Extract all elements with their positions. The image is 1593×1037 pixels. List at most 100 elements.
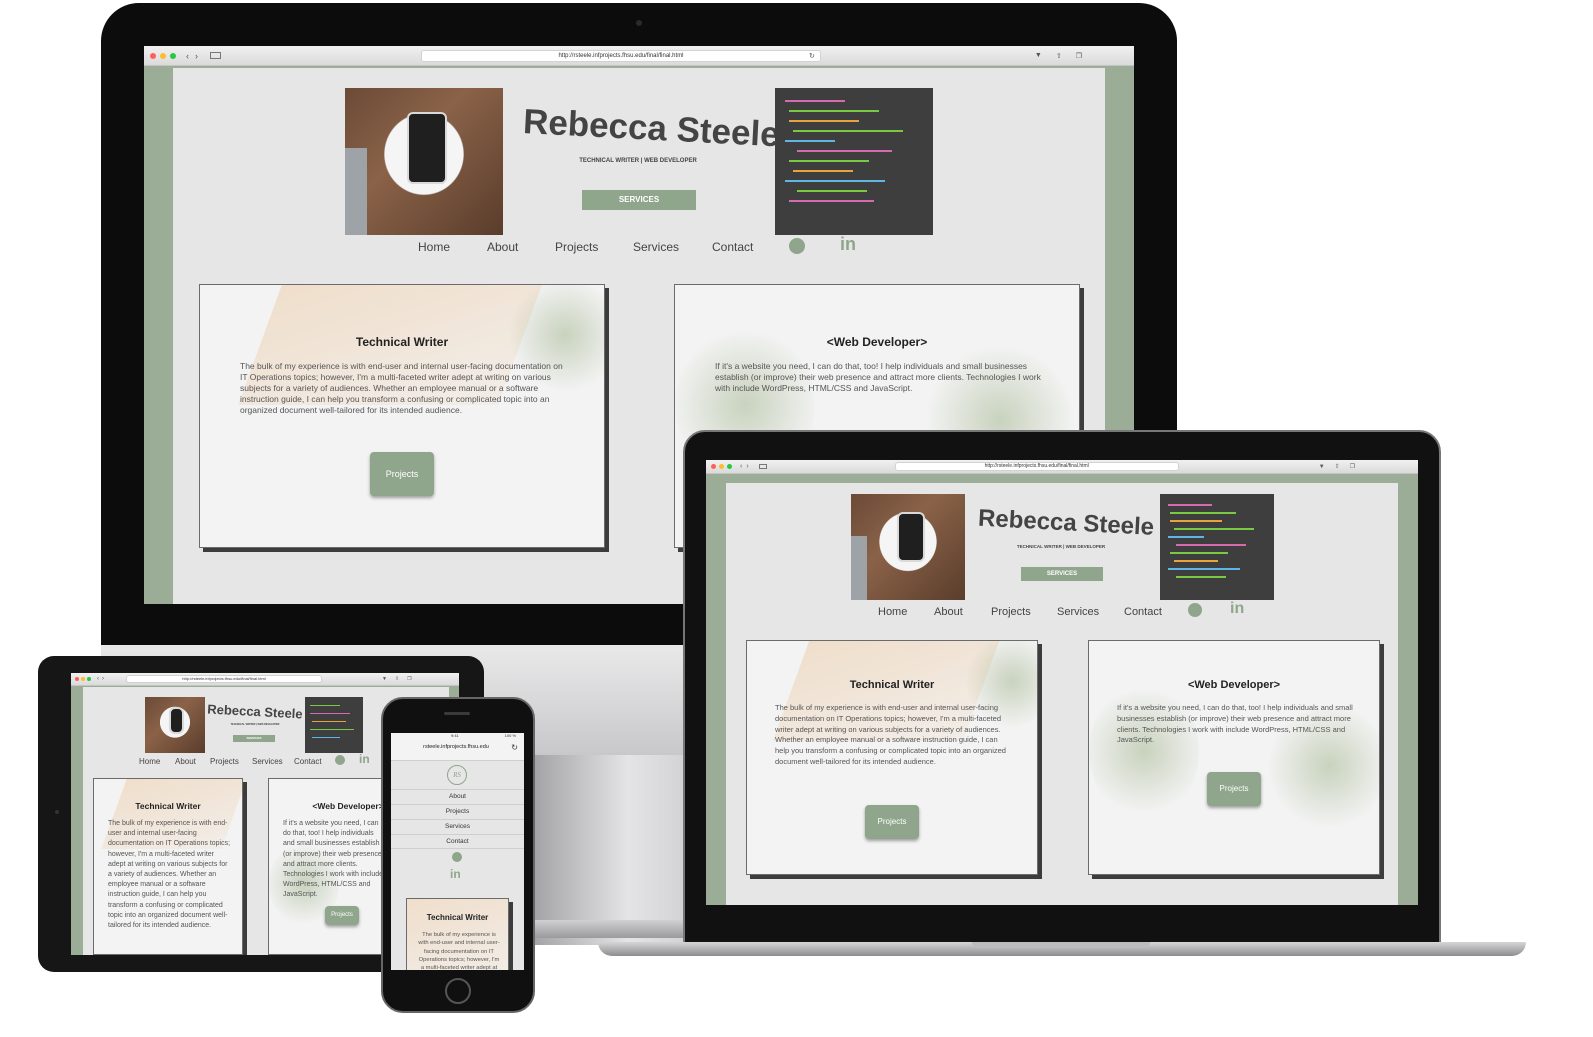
mobile-address-bar[interactable]: rsteele.infprojects.fhsu.edu ↻: [391, 739, 524, 761]
laptop-notch: [972, 942, 1150, 948]
laptop-corner: [345, 148, 367, 235]
download-icon[interactable]: ▼: [1319, 464, 1325, 470]
github-icon[interactable]: [335, 755, 345, 765]
projects-button[interactable]: Projects: [1207, 772, 1261, 806]
phone-in-photo: [897, 512, 925, 562]
nav-about[interactable]: About: [934, 606, 963, 618]
card-technical-writer: Technical Writer The bulk of my experien…: [406, 898, 509, 970]
close-icon[interactable]: [150, 52, 156, 59]
nav-services[interactable]: Services: [1057, 606, 1099, 618]
mobile-menu: About Projects Services Contact: [391, 789, 524, 849]
tabs-icon[interactable]: ❐: [407, 676, 411, 682]
tablet-camera: [55, 810, 59, 814]
code-photo: [1160, 494, 1274, 600]
address-bar[interactable]: http://rsteele.infprojects.fhsu.edu/fina…: [421, 49, 821, 62]
card-title: Technical Writer: [355, 335, 449, 349]
close-icon[interactable]: [75, 677, 79, 681]
nav-projects[interactable]: Projects: [210, 757, 239, 766]
back-icon[interactable]: ‹: [740, 463, 742, 470]
browser-toolbar: ‹ › http://rsteele.infprojects.fhsu.edu/…: [706, 460, 1418, 474]
maximize-icon[interactable]: [727, 464, 732, 469]
minimize-icon[interactable]: [81, 677, 85, 681]
nav-about[interactable]: About: [175, 757, 196, 766]
tabs-icon[interactable]: ❐: [1350, 463, 1355, 470]
projects-button[interactable]: Projects: [370, 452, 434, 496]
card-body: The bulk of my experience is with end-us…: [108, 820, 231, 930]
services-button[interactable]: SERVICES: [1021, 567, 1103, 581]
back-icon[interactable]: ‹: [97, 676, 99, 682]
card-web-developer: <Web Developer> If it's a website you ne…: [1088, 640, 1380, 875]
phone-home-button[interactable]: [445, 978, 471, 1004]
menu-item-projects[interactable]: Projects: [391, 804, 524, 819]
site-subtitle: TECHNICAL WRITER | WEB DEVELOPER: [579, 158, 697, 164]
github-icon[interactable]: [789, 238, 805, 254]
nav-services[interactable]: Services: [633, 240, 679, 254]
card-body: If it's a website you need, I can do tha…: [1117, 703, 1353, 745]
linkedin-icon[interactable]: in: [840, 234, 856, 255]
linkedin-icon[interactable]: in: [450, 867, 461, 881]
address-bar[interactable]: http://rsteele.infprojects.fhsu.edu/fina…: [126, 675, 322, 683]
desk-photo: [145, 697, 205, 753]
nav-contact[interactable]: Contact: [712, 240, 753, 254]
browser-toolbar: ‹ › http://rsteele.infprojects.fhsu.edu/…: [144, 46, 1134, 66]
share-icon[interactable]: ⇧: [1056, 52, 1062, 60]
reload-icon[interactable]: ↻: [809, 52, 815, 60]
main-nav: Home About Projects Services Contact: [878, 606, 1178, 620]
card-technical-writer: Technical Writer The bulk of my experien…: [746, 640, 1038, 875]
share-icon[interactable]: ⇧: [1335, 463, 1340, 470]
download-icon[interactable]: ▼: [382, 676, 387, 682]
linkedin-icon[interactable]: in: [359, 752, 370, 766]
sidebar-icon[interactable]: [210, 52, 221, 59]
code-photo: [775, 88, 933, 235]
nav-home[interactable]: Home: [418, 240, 450, 254]
card-title: Technical Writer: [135, 801, 201, 811]
reload-icon[interactable]: ↻: [511, 743, 518, 752]
card-title: <Web Developer>: [826, 335, 928, 349]
close-icon[interactable]: [711, 464, 716, 469]
card-body: If it's a website you need, I can do tha…: [715, 361, 1041, 393]
nav-contact[interactable]: Contact: [1124, 606, 1162, 618]
nav-home[interactable]: Home: [878, 606, 907, 618]
projects-button[interactable]: Projects: [865, 805, 919, 839]
menu-item-services[interactable]: Services: [391, 819, 524, 834]
card-technical-writer: Technical Writer The bulk of my experien…: [199, 284, 605, 548]
desk-photo: [851, 494, 965, 600]
desk-photo: [345, 88, 503, 235]
site-subtitle: TECHNICAL WRITER | WEB DEVELOPER: [1016, 544, 1106, 549]
linkedin-icon[interactable]: in: [1230, 600, 1244, 618]
github-icon[interactable]: [1188, 603, 1202, 617]
maximize-icon[interactable]: [170, 52, 176, 59]
forward-icon[interactable]: ›: [102, 676, 104, 682]
sidebar-icon[interactable]: [758, 464, 767, 469]
imac-camera: [636, 20, 642, 26]
github-icon[interactable]: [452, 852, 462, 862]
nav-projects[interactable]: Projects: [555, 240, 598, 254]
share-icon[interactable]: ⇧: [395, 676, 399, 682]
nav-home[interactable]: Home: [139, 757, 160, 766]
menu-item-contact[interactable]: Contact: [391, 834, 524, 849]
back-icon[interactable]: ‹: [186, 51, 189, 61]
website: Rebecca Steele TECHNICAL WRITER | WEB DE…: [726, 483, 1398, 905]
tabs-icon[interactable]: ❐: [1076, 52, 1082, 60]
menu-item-about[interactable]: About: [391, 789, 524, 804]
nav-contact[interactable]: Contact: [294, 757, 322, 766]
services-button[interactable]: SERVICES: [582, 190, 696, 210]
services-button[interactable]: SERVICES: [233, 735, 275, 742]
projects-button[interactable]: Projects: [325, 906, 359, 925]
card-title: Technical Writer: [426, 913, 489, 922]
forward-icon[interactable]: ›: [746, 463, 748, 470]
site-name: Rebecca Steele: [206, 701, 304, 722]
forward-icon[interactable]: ›: [195, 51, 198, 61]
logo[interactable]: RS: [447, 765, 467, 785]
nav-projects[interactable]: Projects: [991, 606, 1031, 618]
minimize-icon[interactable]: [719, 464, 724, 469]
minimize-icon[interactable]: [160, 52, 166, 59]
maximize-icon[interactable]: [87, 677, 91, 681]
download-icon[interactable]: ▼: [1035, 52, 1042, 59]
status-time: 9:41: [451, 733, 459, 738]
browser-toolbar: ‹ › http://rsteele.infprojects.fhsu.edu/…: [71, 673, 459, 686]
address-bar[interactable]: http://rsteele.infprojects.fhsu.edu/fina…: [894, 462, 1179, 471]
nav-about[interactable]: About: [487, 240, 518, 254]
nav-services[interactable]: Services: [252, 757, 283, 766]
card-body: If it's a website you need, I can do tha…: [283, 820, 383, 899]
